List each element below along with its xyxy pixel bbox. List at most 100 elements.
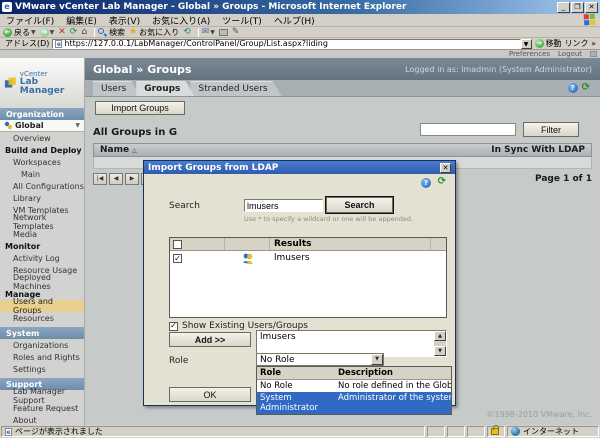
add-button[interactable]: Add >>	[169, 332, 251, 347]
sidebar-item-about[interactable]: About	[0, 414, 84, 425]
forward-button[interactable]: → ▼	[40, 28, 55, 37]
sidebar-item-all-configurations[interactable]: All Configurations	[0, 180, 84, 192]
first-page-button[interactable]: |◀	[93, 173, 107, 185]
minimize-button[interactable]: _	[557, 2, 570, 13]
logged-in-as: Logged in as: lmadmin (System Administra…	[405, 65, 592, 74]
links-label[interactable]: リンク »	[565, 38, 596, 49]
go-button[interactable]: → 移動	[535, 38, 562, 49]
scroll-up-icon[interactable]: ▲	[434, 331, 446, 341]
sidebar-item-library[interactable]: Library	[0, 192, 84, 204]
refresh-button[interactable]: ⟳	[70, 28, 78, 37]
sidebar-item-workspaces[interactable]: Workspaces	[0, 156, 84, 168]
sidebar-item-lab-manager-support[interactable]: Lab Manager Support	[0, 390, 84, 402]
search-label: Search	[169, 201, 200, 211]
forward-dropdown-icon[interactable]: ▼	[50, 29, 55, 36]
menu-file[interactable]: ファイル(F)	[0, 14, 60, 27]
sidebar-item-overview[interactable]: Overview	[0, 132, 84, 144]
listbox-scrollbar[interactable]: ▲ ▼	[434, 331, 446, 356]
favorites-button[interactable]: ★ お気に入り	[129, 27, 179, 38]
window-title: VMware vCenter Lab Manager - Global » Gr…	[15, 2, 556, 12]
ok-button[interactable]: OK	[169, 387, 251, 402]
sidebar-item-network-templates[interactable]: Network Templates	[0, 216, 84, 228]
sidebar-item-deployed-machines[interactable]: Deployed Machines	[0, 276, 84, 288]
result-checkbox[interactable]: ✓	[173, 254, 182, 263]
back-dropdown-icon[interactable]: ▼	[31, 29, 36, 36]
sidebar-section-system: System	[0, 327, 84, 339]
sidebar-item-organizations[interactable]: Organizations	[0, 339, 84, 351]
filter-input[interactable]	[420, 123, 516, 136]
back-button[interactable]: ← 戻る ▼	[3, 27, 36, 38]
vcenter-logo-icon	[4, 76, 17, 90]
role-option-system-administrator[interactable]: System Administrator Administrator of th…	[257, 392, 451, 414]
sidebar-item-settings[interactable]: Settings	[0, 363, 84, 375]
menu-tools[interactable]: ツール(T)	[216, 14, 268, 27]
sidebar: vCenter Lab Manager Organization Global …	[0, 58, 85, 425]
dialog-help-icon[interactable]: ?	[421, 178, 431, 188]
tab-stranded-users[interactable]: Stranded Users	[190, 81, 281, 96]
result-row[interactable]: ✓ lmusers	[170, 251, 446, 265]
role-select[interactable]: No Role ▼	[256, 353, 384, 366]
ldap-search-input[interactable]	[244, 199, 323, 212]
sidebar-item-feature-request[interactable]: Feature Request	[0, 402, 84, 414]
column-in-sync-with-ldap[interactable]: In Sync With LDAP	[491, 145, 585, 155]
group-icon	[242, 252, 254, 264]
column-name[interactable]: Name	[100, 145, 129, 155]
home-icon: ⌂	[81, 28, 87, 37]
menu-view[interactable]: 表示(V)	[103, 14, 146, 27]
history-button[interactable]: ⟲	[183, 28, 191, 37]
dialog-close-icon[interactable]: ✕	[440, 163, 451, 173]
menu-favorites[interactable]: お気に入り(A)	[146, 14, 216, 27]
search-button[interactable]: 検索	[98, 27, 125, 38]
logout-link[interactable]: Logout	[558, 50, 582, 58]
sidebar-item-users-and-groups[interactable]: Users and Groups	[0, 300, 84, 312]
selected-group-item[interactable]: lmusers	[257, 331, 446, 343]
tab-bar: Users Groups Stranded Users ? ⟳	[85, 80, 600, 97]
edit-button[interactable]: ✎	[232, 28, 240, 37]
sidebar-item-main[interactable]: Main	[0, 168, 84, 180]
ldap-results-table: Results ✓ lmusers	[169, 237, 447, 318]
print-button[interactable]	[219, 29, 228, 36]
role-select-value: No Role	[257, 355, 371, 365]
menu-edit[interactable]: 編集(E)	[60, 14, 103, 27]
show-existing-checkbox[interactable]: ✓	[169, 322, 178, 331]
copyright-text: ©1998-2010 VMware, Inc.	[487, 410, 592, 419]
sidebar-item-global[interactable]: Global ▼	[0, 120, 84, 132]
ldap-search-button[interactable]: Search	[326, 197, 393, 213]
tab-users[interactable]: Users	[93, 81, 140, 96]
restore-button[interactable]: ❐	[571, 2, 584, 13]
scroll-down-icon[interactable]: ▼	[434, 346, 446, 356]
stop-button[interactable]: ✕	[58, 28, 66, 37]
result-name: lmusers	[270, 253, 446, 263]
help-mini-icon[interactable]	[590, 51, 597, 57]
filter-button[interactable]: Filter	[523, 122, 579, 137]
next-page-button[interactable]: ▶	[125, 173, 139, 185]
back-icon: ←	[3, 28, 12, 37]
chevron-down-icon[interactable]: ▼	[75, 122, 80, 129]
address-input[interactable]: e https://127.0.0.1/LabManager/ControlPa…	[52, 39, 520, 49]
prev-page-button[interactable]: ◀	[109, 173, 123, 185]
dialog-title: Import Groups from LDAP	[148, 163, 440, 173]
page-icon: e	[55, 40, 62, 48]
role-dropdown-icon[interactable]: ▼	[371, 354, 383, 365]
role-option-no-role[interactable]: No Role No role defined in the Global ..…	[257, 380, 451, 392]
import-groups-button[interactable]: Import Groups	[95, 101, 185, 115]
sidebar-item-roles-and-rights[interactable]: Roles and Rights	[0, 351, 84, 363]
address-dropdown-icon[interactable]: ▼	[521, 39, 532, 49]
select-all-checkbox[interactable]	[173, 240, 182, 249]
status-page-icon: e	[5, 428, 12, 436]
preferences-link[interactable]: Preferences	[509, 50, 550, 58]
browser-toolbar: ← 戻る ▼ → ▼ ✕ ⟳ ⌂ 検索 ★ お気に入り ⟲ ✉▼ ✎	[0, 27, 600, 38]
toolbar-separator	[94, 28, 95, 37]
refresh-page-icon[interactable]: ⟳	[582, 83, 590, 93]
browser-window: e VMware vCenter Lab Manager - Global » …	[0, 0, 600, 438]
sidebar-item-activity-log[interactable]: Activity Log	[0, 252, 84, 264]
tab-groups[interactable]: Groups	[136, 81, 194, 96]
zone-pane: インターネット	[507, 426, 599, 437]
help-icon[interactable]: ?	[568, 83, 578, 93]
home-button[interactable]: ⌂	[81, 28, 87, 37]
print-icon	[219, 29, 228, 36]
mail-button[interactable]: ✉▼	[202, 28, 215, 37]
close-button[interactable]: ✕	[585, 2, 598, 13]
menu-help[interactable]: ヘルプ(H)	[268, 14, 321, 27]
dialog-refresh-icon[interactable]: ⟳	[438, 177, 446, 187]
